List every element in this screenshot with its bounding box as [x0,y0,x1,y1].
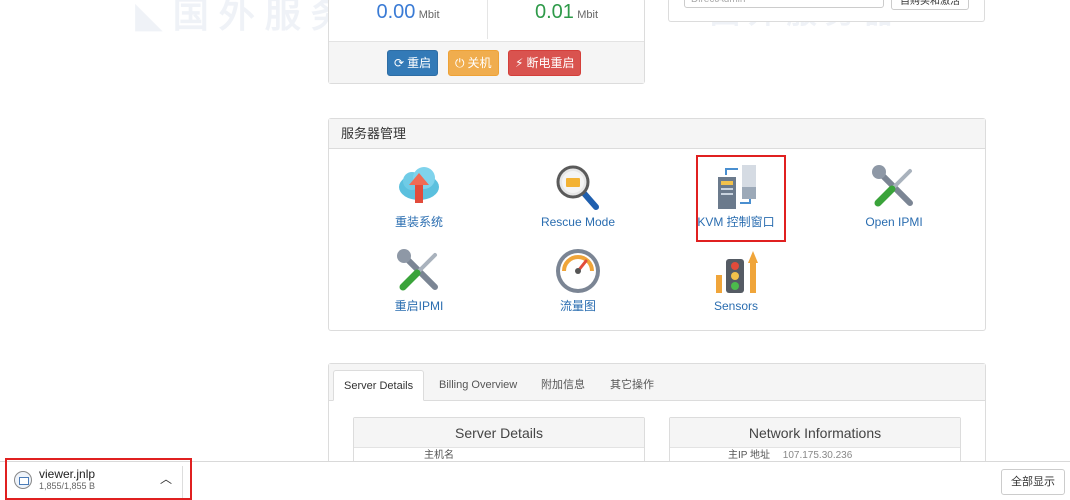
divider [182,466,183,498]
server-details-title: Server Details [354,418,644,448]
download-item[interactable]: viewer.jnlp 1,855/1,855 B ︿ [5,458,192,500]
tool-label: 重装系统 [394,215,443,229]
tool-label: Sensors [713,299,759,313]
download-file-size: 1,855/1,855 B [39,481,96,491]
download-file-name: viewer.jnlp [39,467,96,481]
bandwidth-out: 0.01 Mbit [487,0,645,39]
bandwidth-in-value: 0.00 [376,1,416,23]
file-icon [14,471,32,489]
license-input[interactable]: DirectAdmin [684,0,884,8]
bandwidth-panel: 0.00 Mbit 0.01 Mbit ⟳ 重启 ⏻ 关机 ⚡ 断电重启 [328,0,645,84]
network-info-box: Network Informations 主IP 地址 107.175.30.2… [669,417,961,467]
power-icon: ⏻ [455,56,465,70]
reboot-label: 重启 [407,56,432,70]
network-info-row: 主IP 地址 107.175.30.236 [670,448,960,462]
details-panel: Server Details Billing Overview 附加信息 其它操… [328,363,986,473]
tool-sensors[interactable]: Sensors [671,247,801,313]
kvm-highlight [696,155,786,242]
cloud-upload-icon [399,167,439,203]
bandwidth-out-unit: Mbit [577,9,599,21]
wrench-screwdriver-icon [872,165,913,207]
details-tabs: Server Details Billing Overview 附加信息 其它操… [329,364,985,401]
network-info-title: Network Informations [670,418,960,448]
bandwidth-in: 0.00 Mbit [329,0,487,39]
download-bar: viewer.jnlp 1,855/1,855 B ︿ 全部显示 [0,458,1070,500]
tool-label: 重启IPMI [394,299,444,313]
tool-traffic-graph[interactable]: 流量图 [513,247,643,313]
tab-additional-info[interactable]: 附加信息 [531,370,595,401]
shutdown-label: 关机 [467,56,492,70]
tool-restart-ipmi[interactable]: 重启IPMI [354,247,484,313]
tool-open-ipmi[interactable]: Open IPMI [829,163,959,229]
show-all-button[interactable]: 全部显示 [1001,469,1065,495]
wrench-screwdriver-icon [397,249,438,291]
power-cycle-button[interactable]: ⚡ 断电重启 [508,50,582,76]
tab-server-details[interactable]: Server Details [333,370,425,401]
power-actions: ⟳ 重启 ⏻ 关机 ⚡ 断电重启 [329,41,644,83]
tool-label: Open IPMI [865,215,923,229]
bandwidth-in-unit: Mbit [418,9,440,21]
power-cycle-label: 断电重启 [526,56,575,70]
magnifier-icon [556,165,599,210]
server-details-box: Server Details 主机名 [353,417,645,467]
reboot-button[interactable]: ⟳ 重启 [387,50,439,76]
plug-icon: ⚡ [515,56,524,70]
traffic-light-icon [716,251,758,293]
main-ip-value: 107.175.30.236 [782,450,853,461]
tab-other-actions[interactable]: 其它操作 [600,370,664,401]
tool-reinstall-os[interactable]: 重装系统 [354,163,484,229]
tab-billing-overview[interactable]: Billing Overview [429,370,527,401]
purchase-activate-button[interactable]: 自购买和激活 [891,0,969,10]
shutdown-button[interactable]: ⏻ 关机 [448,50,499,76]
chevron-up-icon[interactable]: ︿ [160,470,172,487]
gauge-icon [556,249,600,293]
tool-label: Rescue Mode [540,215,616,229]
tool-rescue-mode[interactable]: Rescue Mode [513,163,643,229]
license-panel: DirectAdmin 自购买和激活 [668,0,985,22]
refresh-icon: ⟳ [394,56,405,70]
server-details-row: 主机名 [354,448,644,462]
panel-title: 服务器管理 [329,119,985,149]
tool-label: 流量图 [559,299,596,313]
bandwidth-out-value: 0.01 [534,1,574,23]
